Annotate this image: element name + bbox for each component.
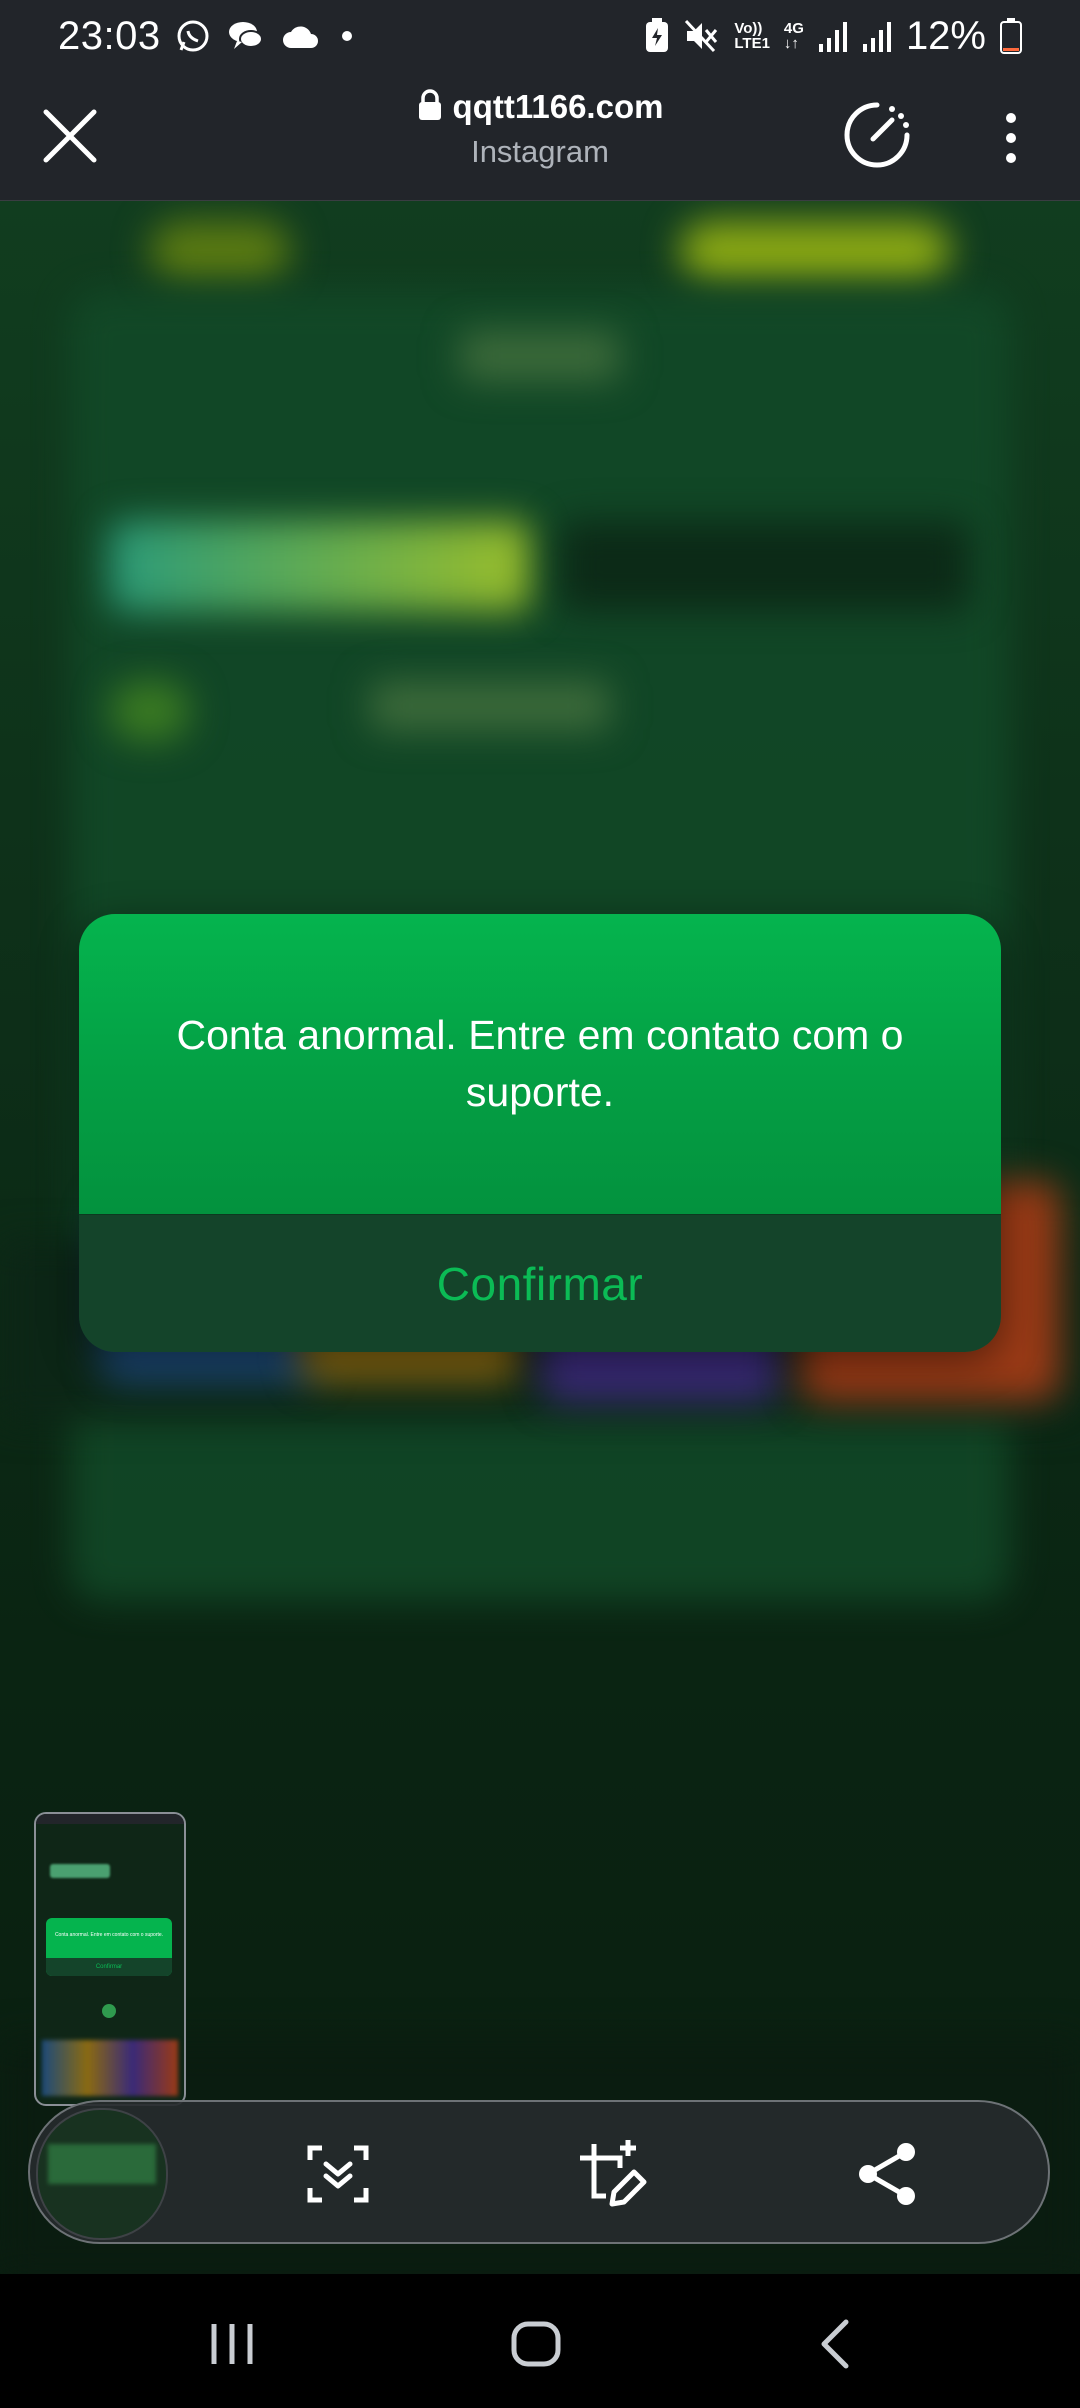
chat-bubbles-icon [227,19,265,53]
page-source-label: Instagram [471,134,609,169]
blurred-element [370,681,610,731]
thumb-tab [50,1864,110,1878]
network-type-label: 4G [783,20,804,37]
recents-icon[interactable] [202,2314,262,2374]
battery-icon [1000,18,1022,54]
blurred-tab [560,521,970,611]
network-type: 4G ↓↑ [784,21,804,51]
dialog-message: Conta anormal. Entre em contato com o su… [176,1012,904,1115]
data-arrows-icon: ↓↑ [783,35,799,52]
dialog-body: Conta anormal. Entre em contato com o su… [79,914,1001,1214]
screenshot-thumbnail[interactable]: Conta anormal. Entre em contato com o su… [34,1812,186,2106]
home-icon[interactable] [506,2314,566,2374]
speed-gauge-icon[interactable] [842,100,912,170]
clock: 23:03 [58,13,161,58]
thumb-confirm-label: Confirmar [46,1958,172,1976]
confirm-button[interactable]: Confirmar [79,1214,1001,1352]
thumb-toolbar [36,1814,184,1824]
blurred-element [110,681,190,741]
more-vert-icon[interactable] [996,108,1026,168]
close-icon[interactable] [40,106,100,166]
preview-content [48,2144,156,2184]
dot-icon [337,26,357,46]
blurred-element [680,221,950,281]
signal-icon [862,20,892,52]
thumb-dialog: Conta anormal. Entre em contato com o su… [46,1918,172,1976]
volte-bottom-label: LTE1 [734,35,770,52]
confirm-button-label: Confirmar [436,1258,644,1310]
volte-indicator: Vo)) LTE1 [734,21,770,51]
blurred-element [460,331,620,381]
mute-icon [684,19,720,53]
error-dialog: Conta anormal. Entre em contato com o su… [79,914,1001,1352]
screenshot-preview[interactable] [36,2108,168,2240]
screenshot-toolbar [28,2100,1050,2244]
edit-crop-icon[interactable] [576,2138,648,2210]
url-text: qqtt1166.com [452,88,664,125]
url-bar[interactable]: qqtt1166.com Instagram [300,88,780,170]
back-icon[interactable] [808,2314,868,2374]
lock-icon [417,88,443,126]
share-icon[interactable] [852,2138,924,2210]
volte-top-label: Vo)) [734,20,763,37]
battery-percent: 12% [905,13,986,58]
signal-icon [818,20,848,52]
scroll-capture-icon[interactable] [302,2138,374,2210]
status-bar: 23:03 Vo)) LTE1 4G ↓↑ 12% [0,0,1080,72]
thumb-games-row [42,2040,178,2096]
thumb-dialog-message: Conta anormal. Entre em contato com o su… [54,1932,164,1938]
blurred-element [150,221,290,281]
cloud-icon [281,22,321,50]
blurred-tab-active [110,521,530,611]
thumb-dot [102,2004,116,2018]
browser-toolbar: qqtt1166.com Instagram [0,72,1080,201]
whatsapp-icon [175,18,211,54]
navigation-bar [0,2274,1080,2408]
battery-saver-icon [644,18,670,54]
